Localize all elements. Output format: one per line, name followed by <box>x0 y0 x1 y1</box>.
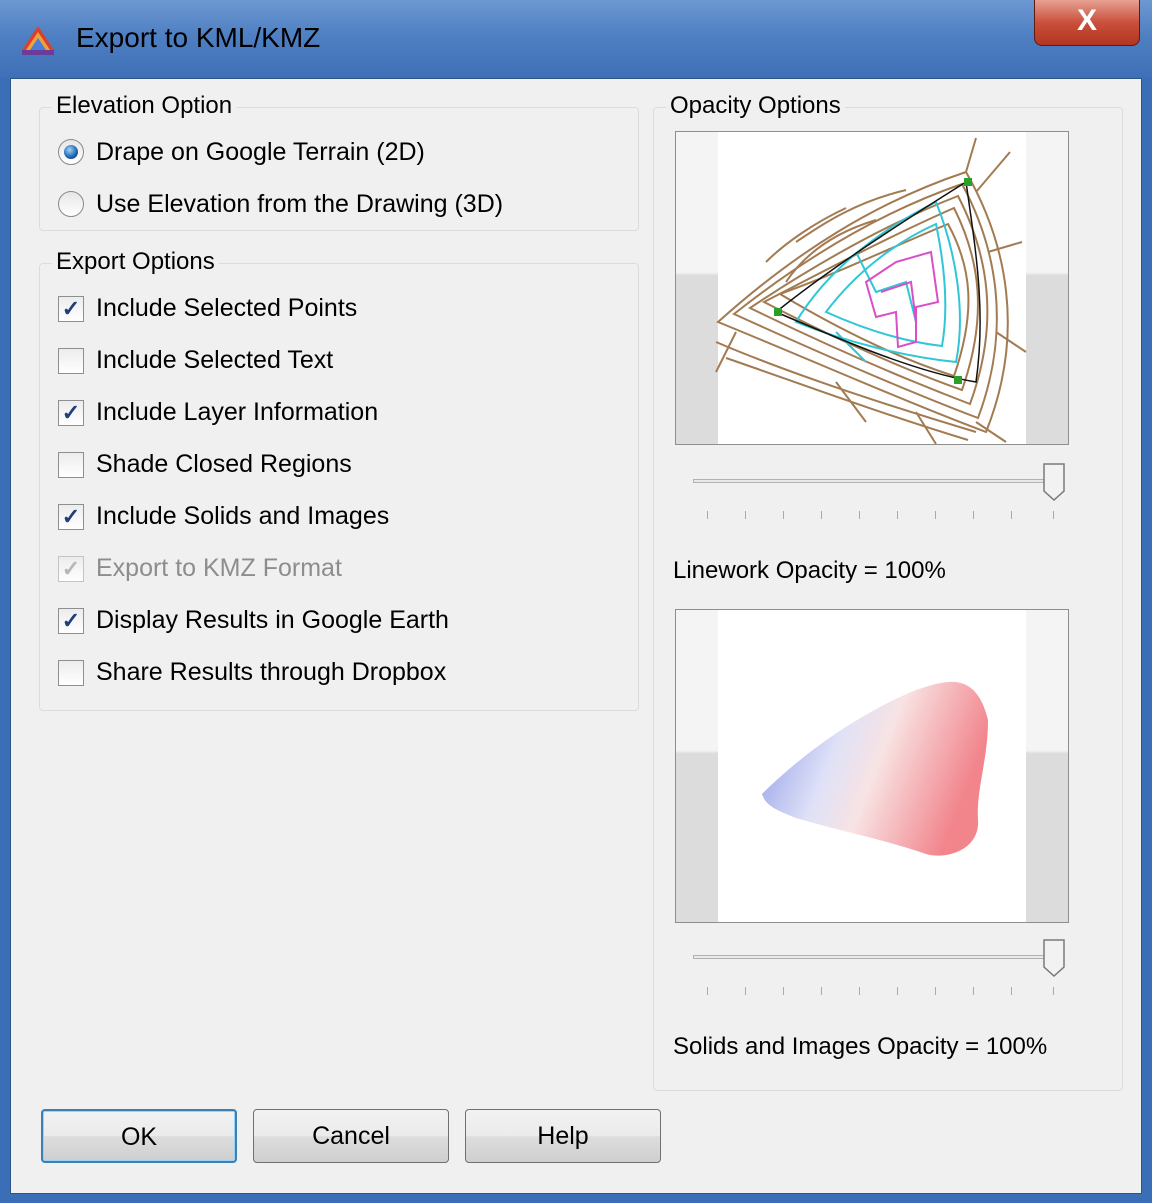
dialog-client: Elevation Option Drape on Google Terrain… <box>10 78 1142 1194</box>
radio-label: Use Elevation from the Drawing (3D) <box>96 190 504 218</box>
linework-opacity-slider[interactable] <box>691 463 1071 523</box>
title-bar[interactable]: Export to KML/KMZ X <box>0 0 1152 78</box>
checkbox-label: Shade Closed Regions <box>96 450 352 478</box>
checkbox-label: Include Selected Points <box>96 294 358 322</box>
dialog-window: Export to KML/KMZ X Elevation Option Dra… <box>0 0 1152 1203</box>
checkbox-label: Export to KMZ Format <box>96 554 342 582</box>
elevation-group: Elevation Option Drape on Google Terrain… <box>39 92 639 231</box>
opacity-group-label: Opacity Options <box>666 92 845 120</box>
slider-track[interactable] <box>693 955 1053 959</box>
checkbox: ✓ <box>58 556 84 582</box>
solids-preview-image <box>762 681 988 856</box>
checkbox-label: Include Solids and Images <box>96 502 390 530</box>
linework-preview <box>675 131 1069 445</box>
solids-opacity-slider[interactable] <box>691 939 1071 999</box>
checkbox[interactable] <box>58 660 84 686</box>
checkbox[interactable]: ✓ <box>58 296 84 322</box>
checkbox[interactable] <box>58 348 84 374</box>
ok-button[interactable]: OK <box>41 1109 237 1163</box>
export-group: Export Options ✓ Include Selected Points… <box>39 248 639 711</box>
checkbox[interactable] <box>58 452 84 478</box>
checkbox[interactable]: ✓ <box>58 400 84 426</box>
checkbox[interactable]: ✓ <box>58 608 84 634</box>
solids-preview <box>675 609 1069 923</box>
cancel-button[interactable]: Cancel <box>253 1109 449 1163</box>
checkbox-label: Include Selected Text <box>96 346 334 374</box>
app-icon <box>22 26 54 55</box>
checkbox-label: Include Layer Information <box>96 398 379 426</box>
export-group-label: Export Options <box>52 248 219 276</box>
window-title: Export to KML/KMZ <box>76 22 321 53</box>
close-icon: X <box>1076 4 1097 37</box>
slider-thumb[interactable] <box>1043 939 1065 977</box>
checkbox[interactable]: ✓ <box>58 504 84 530</box>
checkbox-label: Share Results through Dropbox <box>96 658 447 686</box>
linework-preview-image <box>715 137 1027 444</box>
radio-button[interactable] <box>58 191 84 217</box>
close-button[interactable]: X <box>1034 0 1140 46</box>
checkbox-label: Display Results in Google Earth <box>96 606 449 634</box>
slider-thumb[interactable] <box>1043 463 1065 501</box>
solids-opacity-caption: Solids and Images Opacity = 100% <box>673 1033 1048 1060</box>
radio-label: Drape on Google Terrain (2D) <box>96 138 425 166</box>
help-button[interactable]: Help <box>465 1109 661 1163</box>
radio-button[interactable] <box>58 139 84 165</box>
linework-opacity-caption: Linework Opacity = 100% <box>673 557 946 584</box>
slider-track[interactable] <box>693 479 1053 483</box>
elevation-group-label: Elevation Option <box>52 92 237 120</box>
